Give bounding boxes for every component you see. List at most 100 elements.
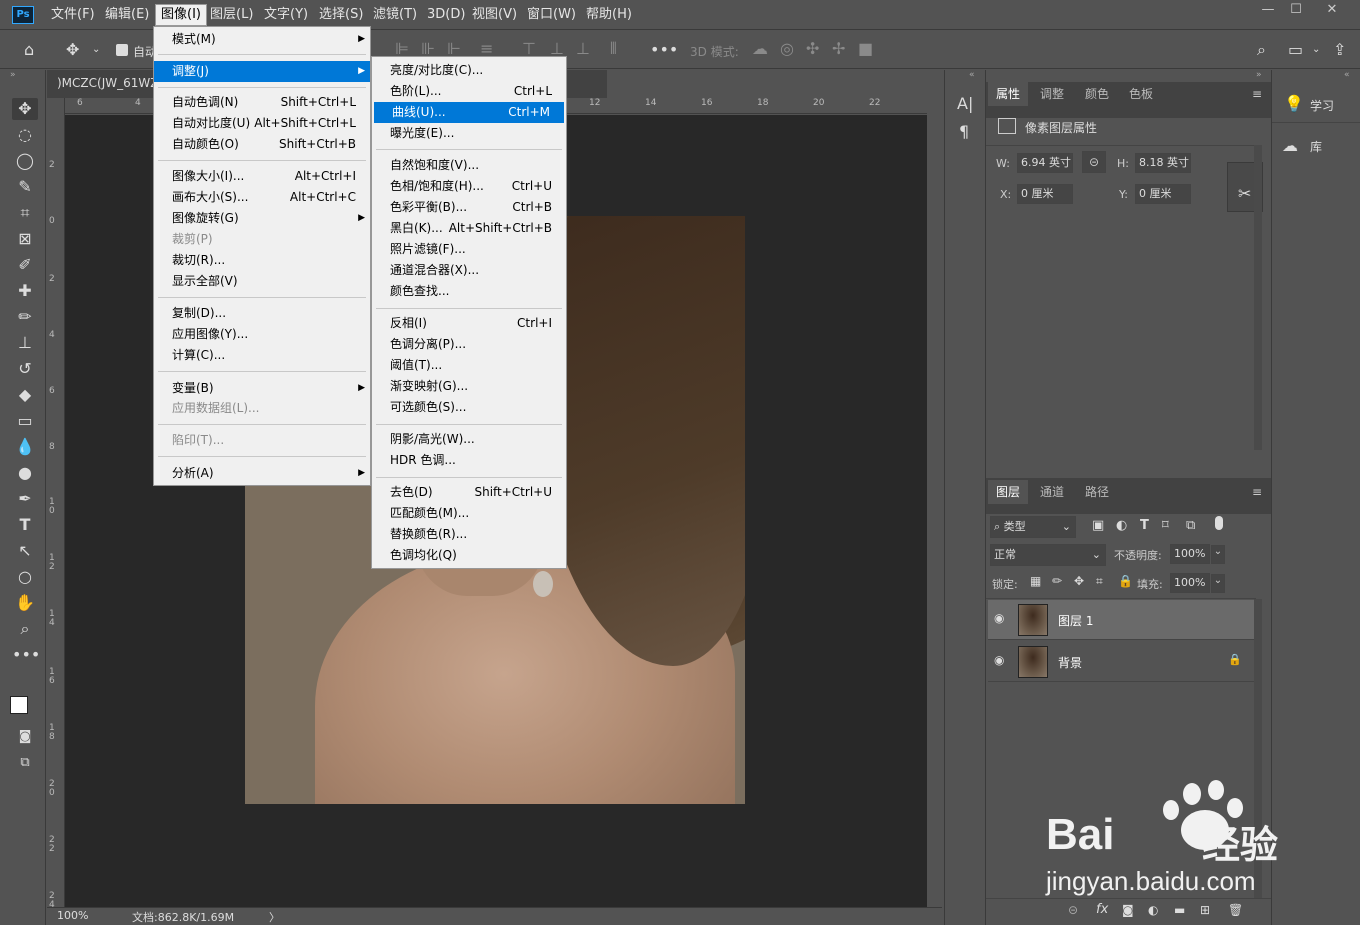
stamp-tool-icon[interactable]: ⊥	[12, 332, 38, 354]
menu-3d[interactable]: 3D(D)	[422, 0, 470, 30]
width-field[interactable]: 6.94 英寸	[1017, 153, 1073, 173]
y-field[interactable]: 0 厘米	[1135, 184, 1191, 204]
layer-name[interactable]: 背景	[1058, 654, 1082, 671]
collapse-icon[interactable]: «	[1344, 70, 1350, 80]
quick-mask-icon[interactable]: ◙	[12, 726, 38, 748]
properties-scrollbar[interactable]	[1254, 145, 1262, 450]
menu-file[interactable]: 文件(F)	[46, 0, 100, 30]
layer-filter-select[interactable]: ⌕ 类型 ⌄	[990, 516, 1076, 538]
opacity-field[interactable]: 100%	[1170, 544, 1210, 564]
menu-item-duplicate[interactable]: 复制(D)...	[154, 303, 370, 324]
home-icon[interactable]: ⌂	[24, 40, 34, 59]
close-button[interactable]: ✕	[1314, 0, 1350, 22]
expand-icon[interactable]: »	[1256, 70, 1262, 80]
align-bottom-icon[interactable]: ⊥	[576, 39, 590, 58]
lock-transparency-icon[interactable]: ▦	[1030, 574, 1041, 588]
history-brush-icon[interactable]: ↺	[12, 358, 38, 380]
panel-menu-icon[interactable]: ≡	[1252, 87, 1262, 101]
menu-item-posterize[interactable]: 色调分离(P)...	[372, 334, 566, 355]
shape-tool-icon[interactable]: ○	[12, 566, 38, 588]
zoom-level[interactable]: 100%	[57, 909, 88, 922]
3d-camera-icon[interactable]: ■	[858, 39, 873, 58]
layer-style-icon[interactable]: fx	[1096, 902, 1108, 917]
tab-color[interactable]: 颜色	[1077, 82, 1117, 106]
menu-item-hue-saturation[interactable]: 色相/饱和度(H)... Ctrl+U	[372, 176, 566, 197]
brush-tool-icon[interactable]: ✏	[12, 306, 38, 328]
menu-view[interactable]: 视图(V)	[467, 0, 522, 30]
fill-field[interactable]: 100%	[1170, 573, 1210, 593]
menu-edit[interactable]: 编辑(E)	[100, 0, 154, 30]
move-tool-icon[interactable]: ✥	[12, 98, 38, 120]
learn-label[interactable]: 学习	[1310, 97, 1334, 114]
menu-item-variables[interactable]: 变量(B) ▶	[154, 378, 370, 399]
cloud-library-icon[interactable]: ☁	[1282, 136, 1298, 155]
dodge-tool-icon[interactable]: ●	[12, 462, 38, 484]
menu-item-auto-contrast[interactable]: 自动对比度(U) Alt+Shift+Ctrl+L	[154, 113, 370, 134]
menu-item-selective-color[interactable]: 可选颜色(S)...	[372, 397, 566, 418]
menu-filter[interactable]: 滤镜(T)	[368, 0, 422, 30]
tab-swatches[interactable]: 色板	[1121, 82, 1161, 106]
menu-item-apply-image[interactable]: 应用图像(Y)...	[154, 324, 370, 345]
menu-item-vibrance[interactable]: 自然饱和度(V)...	[372, 155, 566, 176]
panel-menu-icon[interactable]: ≡	[1252, 485, 1262, 499]
menu-item-reveal-all[interactable]: 显示全部(V)	[154, 271, 370, 292]
frame-tool-icon[interactable]: ⊠	[12, 228, 38, 250]
menu-window[interactable]: 窗口(W)	[522, 0, 581, 30]
menu-item-match-color[interactable]: 匹配颜色(M)...	[372, 503, 566, 524]
link-layers-icon[interactable]: ⊝	[1068, 903, 1078, 917]
filter-pixel-icon[interactable]: ▣	[1092, 518, 1104, 533]
add-mask-icon[interactable]: ◙	[1122, 903, 1134, 917]
lightbulb-icon[interactable]: 💡	[1284, 94, 1304, 113]
3d-pan-icon[interactable]: ✣	[806, 39, 819, 58]
menu-item-hdr-toning[interactable]: HDR 色调...	[372, 450, 566, 471]
menu-item-desaturate[interactable]: 去色(D) Shift+Ctrl+U	[372, 482, 566, 503]
menu-item-calculations[interactable]: 计算(C)...	[154, 345, 370, 366]
menu-item-auto-tone[interactable]: 自动色调(N) Shift+Ctrl+L	[154, 92, 370, 113]
collapse-icon[interactable]: »	[10, 70, 16, 80]
chevron-down-icon[interactable]: ⌄	[1211, 574, 1225, 593]
status-menu-arrow[interactable]: 〉	[269, 909, 280, 925]
lasso-tool-icon[interactable]: ◯	[12, 150, 38, 172]
menu-item-analysis[interactable]: 分析(A) ▶	[154, 463, 370, 484]
height-field[interactable]: 8.18 英寸	[1135, 153, 1191, 173]
type-tool-icon[interactable]: T	[12, 514, 38, 536]
move-tool-icon[interactable]: ✥	[66, 40, 79, 59]
menu-item-equalize[interactable]: 色调均化(Q)	[372, 545, 566, 566]
pen-tool-icon[interactable]: ✒	[12, 488, 38, 510]
link-dimensions-icon[interactable]: ⊝	[1082, 151, 1106, 173]
filter-smart-object-icon[interactable]: ⧉	[1186, 518, 1195, 533]
menu-item-mode[interactable]: 模式(M) ▶	[154, 29, 370, 50]
workspace-icon[interactable]: ▭	[1288, 40, 1303, 59]
share-icon[interactable]: ⇪	[1333, 40, 1346, 59]
eyedropper-tool-icon[interactable]: ✐	[12, 254, 38, 276]
3d-slide-icon[interactable]: ✢	[832, 39, 845, 58]
menu-item-canvas-size[interactable]: 画布大小(S)... Alt+Ctrl+C	[154, 187, 370, 208]
delete-layer-icon[interactable]: 🗑	[1228, 903, 1243, 917]
maximize-button[interactable]: ☐	[1278, 0, 1314, 22]
search-icon[interactable]: ⌕	[1257, 40, 1266, 60]
menu-item-replace-color[interactable]: 替换颜色(R)...	[372, 524, 566, 545]
lock-pixels-icon[interactable]: ✏	[1052, 574, 1062, 588]
new-layer-icon[interactable]: ⊞	[1200, 903, 1210, 917]
hand-tool-icon[interactable]: ✋	[12, 592, 38, 614]
menu-item-invert[interactable]: 反相(I) Ctrl+I	[372, 313, 566, 334]
crop-tool-icon[interactable]: ⌗	[12, 202, 38, 224]
x-field[interactable]: 0 厘米	[1017, 184, 1073, 204]
paragraph-panel-icon[interactable]: ¶	[959, 122, 969, 141]
filter-adjustment-icon[interactable]: ◐	[1116, 518, 1127, 533]
lock-artboard-icon[interactable]: ⌗	[1096, 574, 1103, 589]
menu-help[interactable]: 帮助(H)	[581, 0, 637, 30]
menu-item-brightness-contrast[interactable]: 亮度/对比度(C)...	[372, 60, 566, 81]
tab-properties[interactable]: 属性	[988, 82, 1029, 106]
tab-channels[interactable]: 通道	[1032, 480, 1072, 504]
eraser-tool-icon[interactable]: ◆	[12, 384, 38, 406]
vertical-scrollbar[interactable]	[927, 115, 942, 907]
visibility-eye-icon[interactable]: ◉	[994, 653, 1004, 667]
3d-orbit-icon[interactable]: ☁	[752, 39, 768, 58]
3d-roll-icon[interactable]: ◎	[780, 39, 794, 58]
menu-item-channel-mixer[interactable]: 通道混合器(X)...	[372, 260, 566, 281]
menu-item-image-size[interactable]: 图像大小(I)... Alt+Ctrl+I	[154, 166, 370, 187]
chevron-down-icon[interactable]: ⌄	[92, 44, 100, 55]
menu-item-black-white[interactable]: 黑白(K)... Alt+Shift+Ctrl+B	[372, 218, 566, 239]
lock-position-icon[interactable]: ✥	[1074, 574, 1084, 588]
